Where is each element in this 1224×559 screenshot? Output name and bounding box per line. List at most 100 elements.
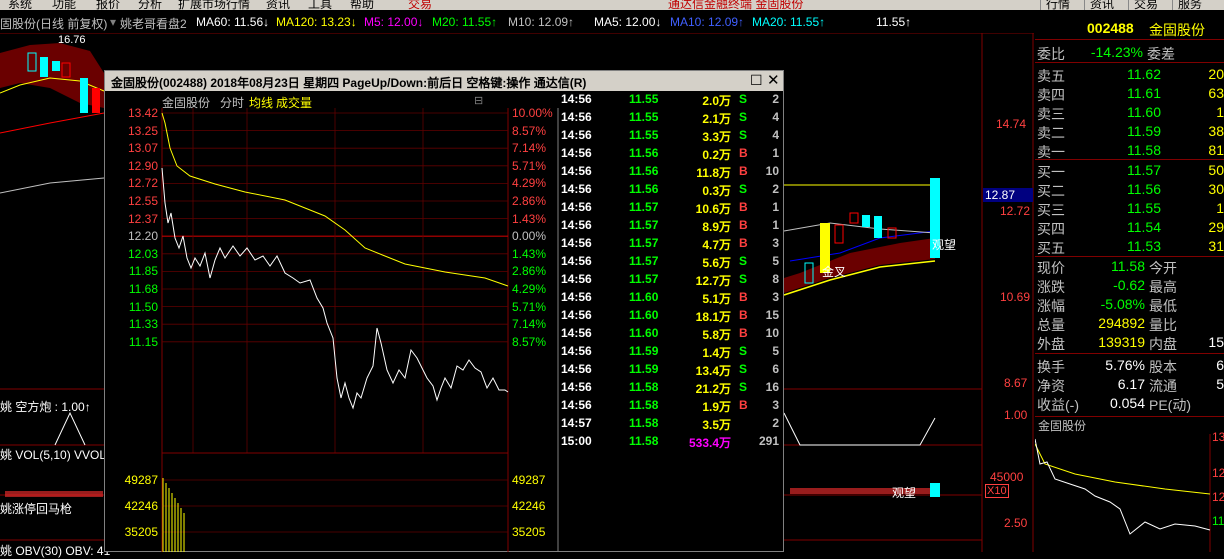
pct-axis-label: 5.71% — [512, 299, 547, 314]
tick-price: 11.56 — [629, 182, 659, 196]
price-axis-label: 11.50 — [128, 299, 158, 314]
price-axis-label: 12.20 — [127, 229, 158, 244]
tick-direction: S — [739, 380, 748, 394]
tick-row[interactable]: 14:56 11.58 1.9万 B 3 — [559, 398, 783, 416]
axis-label: 2.50 — [1004, 516, 1028, 530]
menu-system[interactable]: 系统 — [8, 0, 32, 10]
vol-axis-label: 49287 — [124, 473, 158, 487]
formula-name[interactable]: 姚老哥看盘2 — [120, 15, 187, 32]
tick-row[interactable]: 14:56 11.56 0.3万 S 2 — [559, 182, 783, 200]
tick-price: 11.58 — [629, 416, 659, 430]
tick-price: 11.58 — [629, 398, 659, 412]
tick-row[interactable]: 14:57 11.58 3.5万 2 — [559, 416, 783, 434]
menu-quote[interactable]: 报价 — [96, 0, 120, 10]
stat-value: 139319 — [1098, 334, 1145, 350]
window-title: 通达信金融终端 金固股份 — [668, 0, 804, 10]
axis-label: 1.00 — [1004, 408, 1028, 422]
tick-direction: B — [739, 164, 748, 178]
tick-direction: S — [739, 182, 748, 196]
menu-help[interactable]: 帮助 — [350, 0, 374, 10]
tick-row[interactable]: 14:56 11.55 2.1万 S 4 — [559, 110, 783, 128]
stat-label2: 流通 — [1149, 378, 1177, 394]
popup-titlebar[interactable]: 金固股份(002488) 2018年08月23日 星期四 PageUp/Down… — [105, 71, 783, 91]
mini-axis: 12 — [1212, 490, 1224, 504]
tick-row[interactable]: 14:56 11.57 12.7万 S 8 — [559, 272, 783, 290]
mini-intraday-chart[interactable] — [1035, 434, 1224, 552]
tick-price: 11.58 — [629, 434, 659, 448]
tick-row[interactable]: 14:56 11.60 5.1万 B 3 — [559, 290, 783, 308]
obv-label: 姚 OBV(30) OBV: 41 — [0, 544, 111, 558]
tick-row[interactable]: 14:56 11.57 4.7万 B 3 — [559, 236, 783, 254]
tick-volume: 10.6万 — [695, 202, 731, 216]
pct-axis-label: 1.43% — [512, 246, 547, 261]
tick-time: 14:56 — [561, 308, 592, 322]
menu-tools[interactable]: 工具 — [308, 0, 332, 10]
maximize-icon[interactable]: ☐ — [750, 72, 763, 89]
btn-hangqing[interactable]: 行情 — [1040, 0, 1084, 10]
tick-row[interactable]: 14:56 11.60 5.8万 B 10 — [559, 326, 783, 344]
menu-function[interactable]: 功能 — [52, 0, 76, 10]
pct-axis-label: 2.86% — [512, 194, 547, 208]
m5-value: M5: 12.00↓ — [364, 15, 424, 29]
tick-row[interactable]: 14:56 11.59 13.4万 S 6 — [559, 362, 783, 380]
tick-row[interactable]: 14:56 11.55 2.0万 S 2 — [559, 92, 783, 110]
minimize-panel-icon[interactable]: ⊟ — [474, 94, 483, 107]
sell-vol: 38 — [1208, 123, 1224, 139]
buy-price: 11.53 — [1127, 238, 1161, 254]
stat-value: 6.17 — [1117, 376, 1145, 392]
tick-row[interactable]: 14:56 11.60 18.1万 B 15 — [559, 308, 783, 326]
price-axis-label: 13.42 — [127, 106, 158, 120]
tick-volume: 3.3万 — [702, 130, 731, 144]
tick-volume: 5.6万 — [702, 256, 731, 270]
tick-volume: 5.1万 — [702, 292, 731, 306]
tick-count: 8 — [772, 272, 779, 286]
intraday-chart[interactable] — [105, 108, 560, 552]
stat-value: -0.62 — [1113, 277, 1145, 293]
tick-price: 11.57 — [629, 236, 659, 250]
tick-row[interactable]: 14:56 11.56 0.2万 B 1 — [559, 146, 783, 164]
ma5-value: MA5: 12.00↓ — [594, 15, 662, 29]
tick-row[interactable]: 14:56 11.57 8.9万 B 1 — [559, 218, 783, 236]
quote-header: 002488 金固股份 — [1035, 18, 1224, 40]
tick-row[interactable]: 14:56 11.58 21.2万 S 16 — [559, 380, 783, 398]
tick-price: 11.60 — [629, 308, 659, 322]
tick-count: 1 — [772, 218, 779, 232]
tick-row[interactable]: 14:56 11.57 5.6万 S 5 — [559, 254, 783, 272]
btn-zixun[interactable]: 资讯 — [1084, 0, 1128, 10]
tick-row[interactable]: 14:56 11.55 3.3万 S 4 — [559, 128, 783, 146]
tick-count: 10 — [765, 164, 779, 178]
menu-news[interactable]: 资讯 — [266, 0, 290, 10]
tick-row[interactable]: 14:56 11.56 11.8万 B 10 — [559, 164, 783, 182]
stat-value: 5.76% — [1105, 357, 1145, 373]
axis-label: 14.74 — [996, 117, 1027, 131]
stat-value2: 15 — [1208, 334, 1224, 350]
last-value: 11.55↑ — [876, 15, 912, 29]
tick-time: 14:56 — [561, 218, 592, 232]
menu-analysis[interactable]: 分析 — [138, 0, 162, 10]
tick-row[interactable]: 15:00 11.58 533.4万 291 — [559, 434, 783, 452]
price-axis-label: 12.03 — [127, 246, 158, 261]
menu-trade[interactable]: 交易 — [408, 0, 432, 10]
tick-count: 3 — [772, 290, 779, 304]
btn-jiaoyi[interactable]: 交易 — [1128, 0, 1172, 10]
tick-direction: B — [739, 308, 748, 322]
buy-vol: 29 — [1208, 219, 1224, 235]
close-icon[interactable]: ✕ — [767, 71, 780, 89]
buy-vol: 50 — [1208, 162, 1224, 178]
axis-label: 8.67 — [1004, 376, 1028, 390]
tick-time: 14:56 — [561, 146, 592, 160]
pct-axis-label: 7.14% — [512, 141, 547, 156]
tick-direction: B — [739, 218, 748, 232]
tick-price: 11.59 — [629, 344, 659, 358]
chevron-icon[interactable]: ▾ — [110, 15, 116, 29]
tick-volume: 3.5万 — [702, 418, 731, 432]
tick-row[interactable]: 14:56 11.59 1.4万 S 5 — [559, 344, 783, 362]
pct-axis-label: 5.71% — [512, 158, 547, 173]
tick-price: 11.57 — [629, 254, 659, 268]
tick-row[interactable]: 14:56 11.57 10.6万 B 1 — [559, 200, 783, 218]
price-axis-label: 12.90 — [127, 158, 158, 173]
menu-ext-market[interactable]: 扩展市场行情 — [178, 0, 250, 10]
sell-price: 11.60 — [1127, 104, 1161, 120]
btn-fuwu[interactable]: 服务 — [1172, 0, 1224, 10]
tick-direction: B — [739, 398, 748, 412]
